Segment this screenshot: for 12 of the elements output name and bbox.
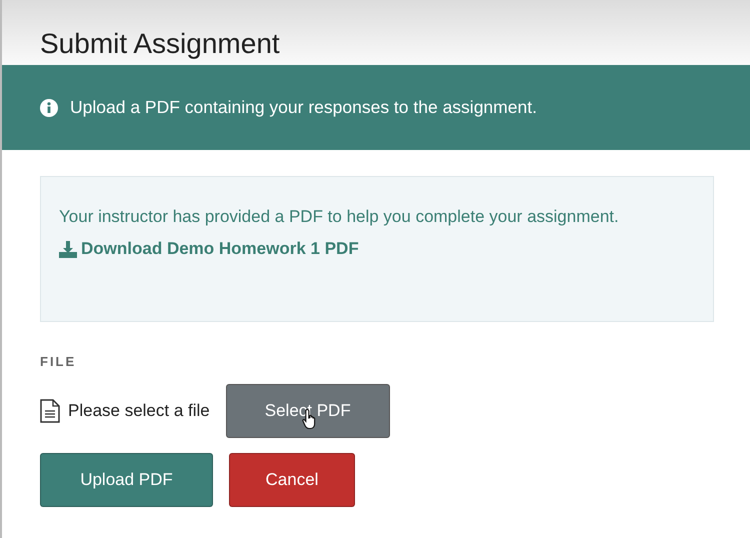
document-icon	[40, 398, 60, 422]
download-icon	[59, 241, 77, 258]
download-link[interactable]: Download Demo Homework 1 PDF	[59, 239, 359, 260]
select-pdf-button[interactable]: Select PDF	[226, 384, 390, 438]
field-label: FILE	[40, 353, 78, 371]
info-text: Your instructor has provided a PDF to help you complete your assignment.	[59, 206, 620, 228]
upload-button[interactable]: Upload PDF	[40, 452, 213, 506]
file-status: Please select a file	[68, 400, 210, 422]
modal-title: Submit Assignment	[40, 30, 281, 58]
info-icon	[40, 98, 58, 116]
banner-text: Upload a PDF containing your responses to the assignment.	[70, 96, 537, 120]
cancel-button[interactable]: Cancel	[229, 452, 355, 506]
